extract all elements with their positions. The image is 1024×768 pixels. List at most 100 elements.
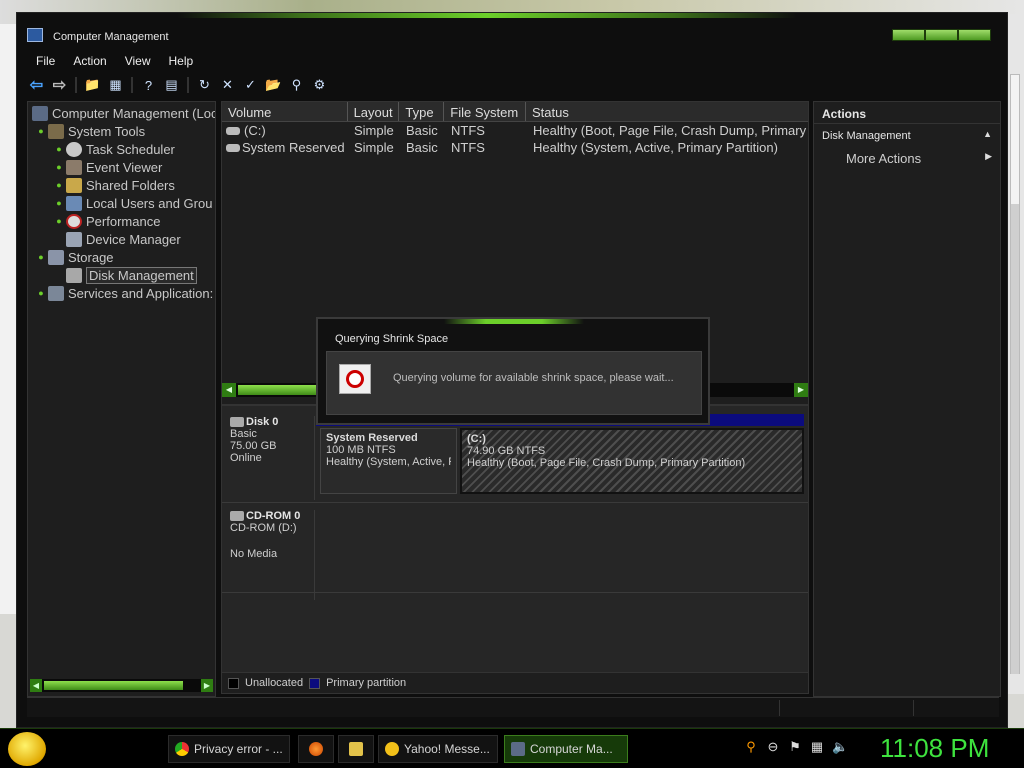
partition-system-reserved[interactable]: System Reserved 100 MB NTFS Healthy (Sys… (320, 428, 457, 494)
start-button[interactable] (8, 732, 46, 766)
menu-file[interactable]: File (27, 51, 64, 71)
device-manager-icon (66, 231, 82, 247)
actions-header: Actions (814, 102, 1000, 124)
expand-icon[interactable]: ● (36, 288, 46, 298)
menu-view[interactable]: View (116, 51, 160, 71)
layout-cell: Simple (354, 123, 394, 138)
open-folder-icon[interactable]: 📂 (264, 76, 283, 94)
up-folder-icon[interactable]: 📁 (83, 76, 102, 94)
search-icon[interactable]: ⚲ (744, 739, 758, 755)
table-row[interactable]: System Reserved Simple Basic NTFS Health… (222, 140, 807, 157)
task-firefox[interactable] (298, 735, 334, 763)
tree-item-local-users[interactable]: ● Local Users and Grou (54, 194, 212, 212)
cdrom-0-info[interactable]: CD-ROM 0 CD-ROM (D:) No Media (222, 510, 315, 600)
task-computer-management[interactable]: Computer Ma... (504, 735, 628, 763)
scroll-left-icon[interactable]: ◀ (30, 679, 42, 692)
tree-root[interactable]: Computer Management (Loc (30, 104, 215, 122)
tree-item-services-applications[interactable]: ● Services and Application: (36, 284, 213, 302)
tree-horizontal-scrollbar[interactable]: ◀ ▶ (30, 679, 213, 692)
expand-icon[interactable]: ● (36, 252, 46, 262)
properties-icon[interactable]: ▤ (162, 76, 181, 94)
task-explorer[interactable] (338, 735, 374, 763)
search-icon[interactable]: ⚲ (287, 76, 306, 94)
column-layout[interactable]: Layout (348, 102, 400, 121)
column-volume[interactable]: Volume (222, 102, 348, 121)
column-file-system[interactable]: File System (444, 102, 527, 121)
type-cell: Basic (406, 123, 438, 138)
minimize-button[interactable] (892, 29, 925, 41)
computer-icon (32, 105, 48, 121)
computer-management-icon (27, 28, 43, 42)
expand-icon[interactable]: ● (54, 198, 64, 208)
column-status[interactable]: Status (526, 102, 808, 121)
delete-icon[interactable]: ✕ (218, 76, 237, 94)
expand-icon[interactable]: ● (54, 162, 64, 172)
partition-c[interactable]: (C:) 74.90 GB NTFS Healthy (Boot, Page F… (460, 428, 804, 494)
more-actions[interactable]: More Actions ▶ (814, 146, 1000, 168)
background-scroll-thumb[interactable] (1011, 204, 1019, 674)
dialog-body: Querying volume for available shrink spa… (326, 351, 702, 415)
status-divider (913, 700, 914, 716)
tree-item-shared-folders[interactable]: ● Shared Folders (54, 176, 175, 194)
disk-legend: Unallocated Primary partition (221, 672, 809, 694)
unallocated-swatch (228, 677, 239, 689)
tree-item-task-scheduler[interactable]: ● Task Scheduler (54, 140, 175, 158)
maximize-button[interactable] (925, 29, 958, 41)
disk-separator (222, 502, 808, 503)
close-button[interactable] (958, 29, 991, 41)
column-type[interactable]: Type (399, 102, 445, 121)
actions-pane: Actions Disk Management ▲ More Actions ▶ (813, 101, 1001, 697)
task-yahoo-messenger[interactable]: Yahoo! Messe... (378, 735, 498, 763)
scroll-right-icon[interactable]: ▶ (794, 383, 808, 397)
scroll-left-icon[interactable]: ◀ (222, 383, 236, 397)
menu-help[interactable]: Help (160, 51, 203, 71)
taskbar-clock[interactable]: 11:08 PM (880, 733, 989, 764)
disk-0-info[interactable]: Disk 0 Basic 75.00 GB Online (222, 416, 315, 500)
computer-management-icon (511, 742, 525, 756)
tree-item-disk-management[interactable]: Disk Management (64, 266, 197, 284)
background-scrollbar (1006, 14, 1024, 694)
task-privacy-error[interactable]: Privacy error - ... (168, 735, 290, 763)
forward-icon[interactable]: ⇨ (50, 76, 69, 94)
querying-shrink-space-dialog[interactable]: Querying Shrink Space Querying volume fo… (316, 317, 710, 425)
scroll-right-icon[interactable]: ▶ (201, 679, 213, 692)
tree-scroll-thumb[interactable] (44, 681, 183, 690)
cdrom-type: CD-ROM (D:) (230, 522, 297, 534)
folder-icon (349, 742, 363, 756)
expand-icon[interactable]: ● (54, 180, 64, 190)
navigation-tree: Computer Management (Loc ● System Tools … (27, 101, 216, 697)
show-hide-tree-icon[interactable]: ▦ (106, 76, 125, 94)
window-controls (892, 29, 991, 41)
help-icon[interactable]: ? (139, 76, 158, 94)
file-system-cell: NTFS (451, 123, 485, 138)
volume-name-cell: (C:) (222, 123, 348, 140)
network-icon[interactable]: ▦ (810, 739, 824, 755)
disk-type: Basic (230, 428, 257, 440)
tree-item-device-manager[interactable]: Device Manager (64, 230, 181, 248)
tree-item-event-viewer[interactable]: ● Event Viewer (54, 158, 162, 176)
expand-icon[interactable]: ● (54, 216, 64, 226)
collapse-icon[interactable]: ▲ (983, 129, 992, 139)
tree-item-performance[interactable]: ● Performance (54, 212, 160, 230)
refresh-icon[interactable]: ↻ (195, 76, 214, 94)
expand-icon[interactable]: ● (36, 126, 46, 136)
wait-clock-icon (339, 364, 371, 394)
volume-scroll-thumb[interactable] (238, 385, 318, 395)
back-icon[interactable]: ⇦ (27, 76, 46, 94)
menu-action[interactable]: Action (64, 51, 115, 71)
dialog-title: Querying Shrink Space (335, 333, 449, 345)
tree-item-system-tools[interactable]: ● System Tools (36, 122, 145, 140)
title-bar[interactable]: Computer Management (17, 23, 1007, 49)
check-icon[interactable]: ✓ (241, 76, 260, 94)
status-bar (27, 697, 999, 717)
expand-icon[interactable]: ● (54, 144, 64, 154)
flag-icon[interactable]: ⚑ (788, 739, 802, 755)
settings-icon[interactable]: ⚙ (310, 76, 329, 94)
volume-icon[interactable]: 🔈 (832, 739, 848, 755)
status-cell: Healthy (System, Active, Primary Partiti… (533, 140, 778, 155)
tree-item-storage[interactable]: ● Storage (36, 248, 114, 266)
table-row[interactable]: (C:) Simple Basic NTFS Healthy (Boot, Pa… (222, 123, 807, 140)
system-tray: ⚲ ⊖ ⚑ ▦ 🔈 (744, 739, 848, 755)
minus-icon[interactable]: ⊖ (766, 739, 780, 755)
actions-section-disk-management[interactable]: Disk Management ▲ (814, 124, 1000, 146)
